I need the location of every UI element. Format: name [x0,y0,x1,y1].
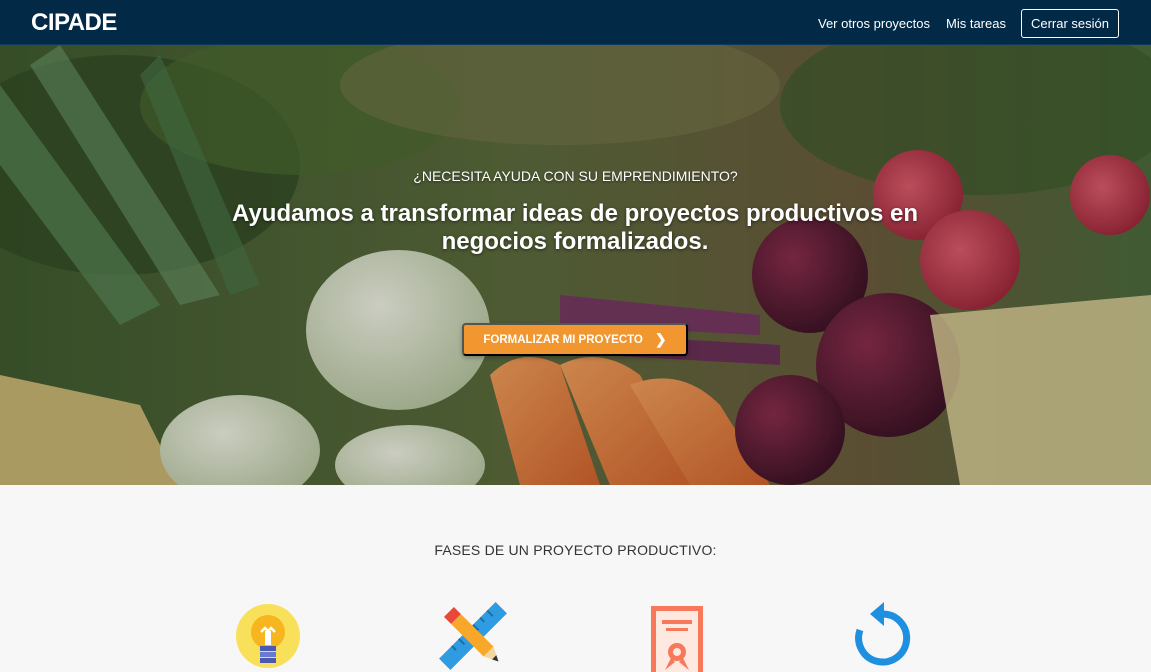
nav-links: Ver otros proyectos Mis tareas Cerrar se… [802,9,1119,38]
chevron-right-icon: ❯ [654,331,667,347]
refresh-icon [855,602,911,666]
cta-label: FORMALIZAR MI PROYECTO [483,333,643,346]
nav-link-other-projects[interactable]: Ver otros proyectos [818,10,930,38]
hero-banner: ¿NECESITA AYUDA CON SU EMPRENDIMIENTO? A… [0,45,1151,485]
brand-logo[interactable]: CIPADE [31,9,117,37]
lightbulb-icon [236,604,300,668]
logout-button[interactable]: Cerrar sesión [1020,9,1119,38]
formalize-project-button[interactable]: FORMALIZAR MI PROYECTO ❯ [462,323,688,356]
hero-dark-overlay [0,45,1151,485]
hero-kicker-text: ¿NECESITA AYUDA CON SU EMPRENDIMIENTO? [413,168,738,184]
top-navbar: CIPADE Ver otros proyectos Mis tareas Ce… [0,0,1151,45]
phases-heading: FASES DE UN PROYECTO PRODUCTIVO: [434,542,717,558]
ruler-pencil-icon [439,602,507,670]
hero-headline: Ayudamos a transformar ideas de proyecto… [232,200,918,255]
nav-link-my-tasks[interactable]: Mis tareas [946,10,1006,38]
certificate-icon [651,606,703,672]
